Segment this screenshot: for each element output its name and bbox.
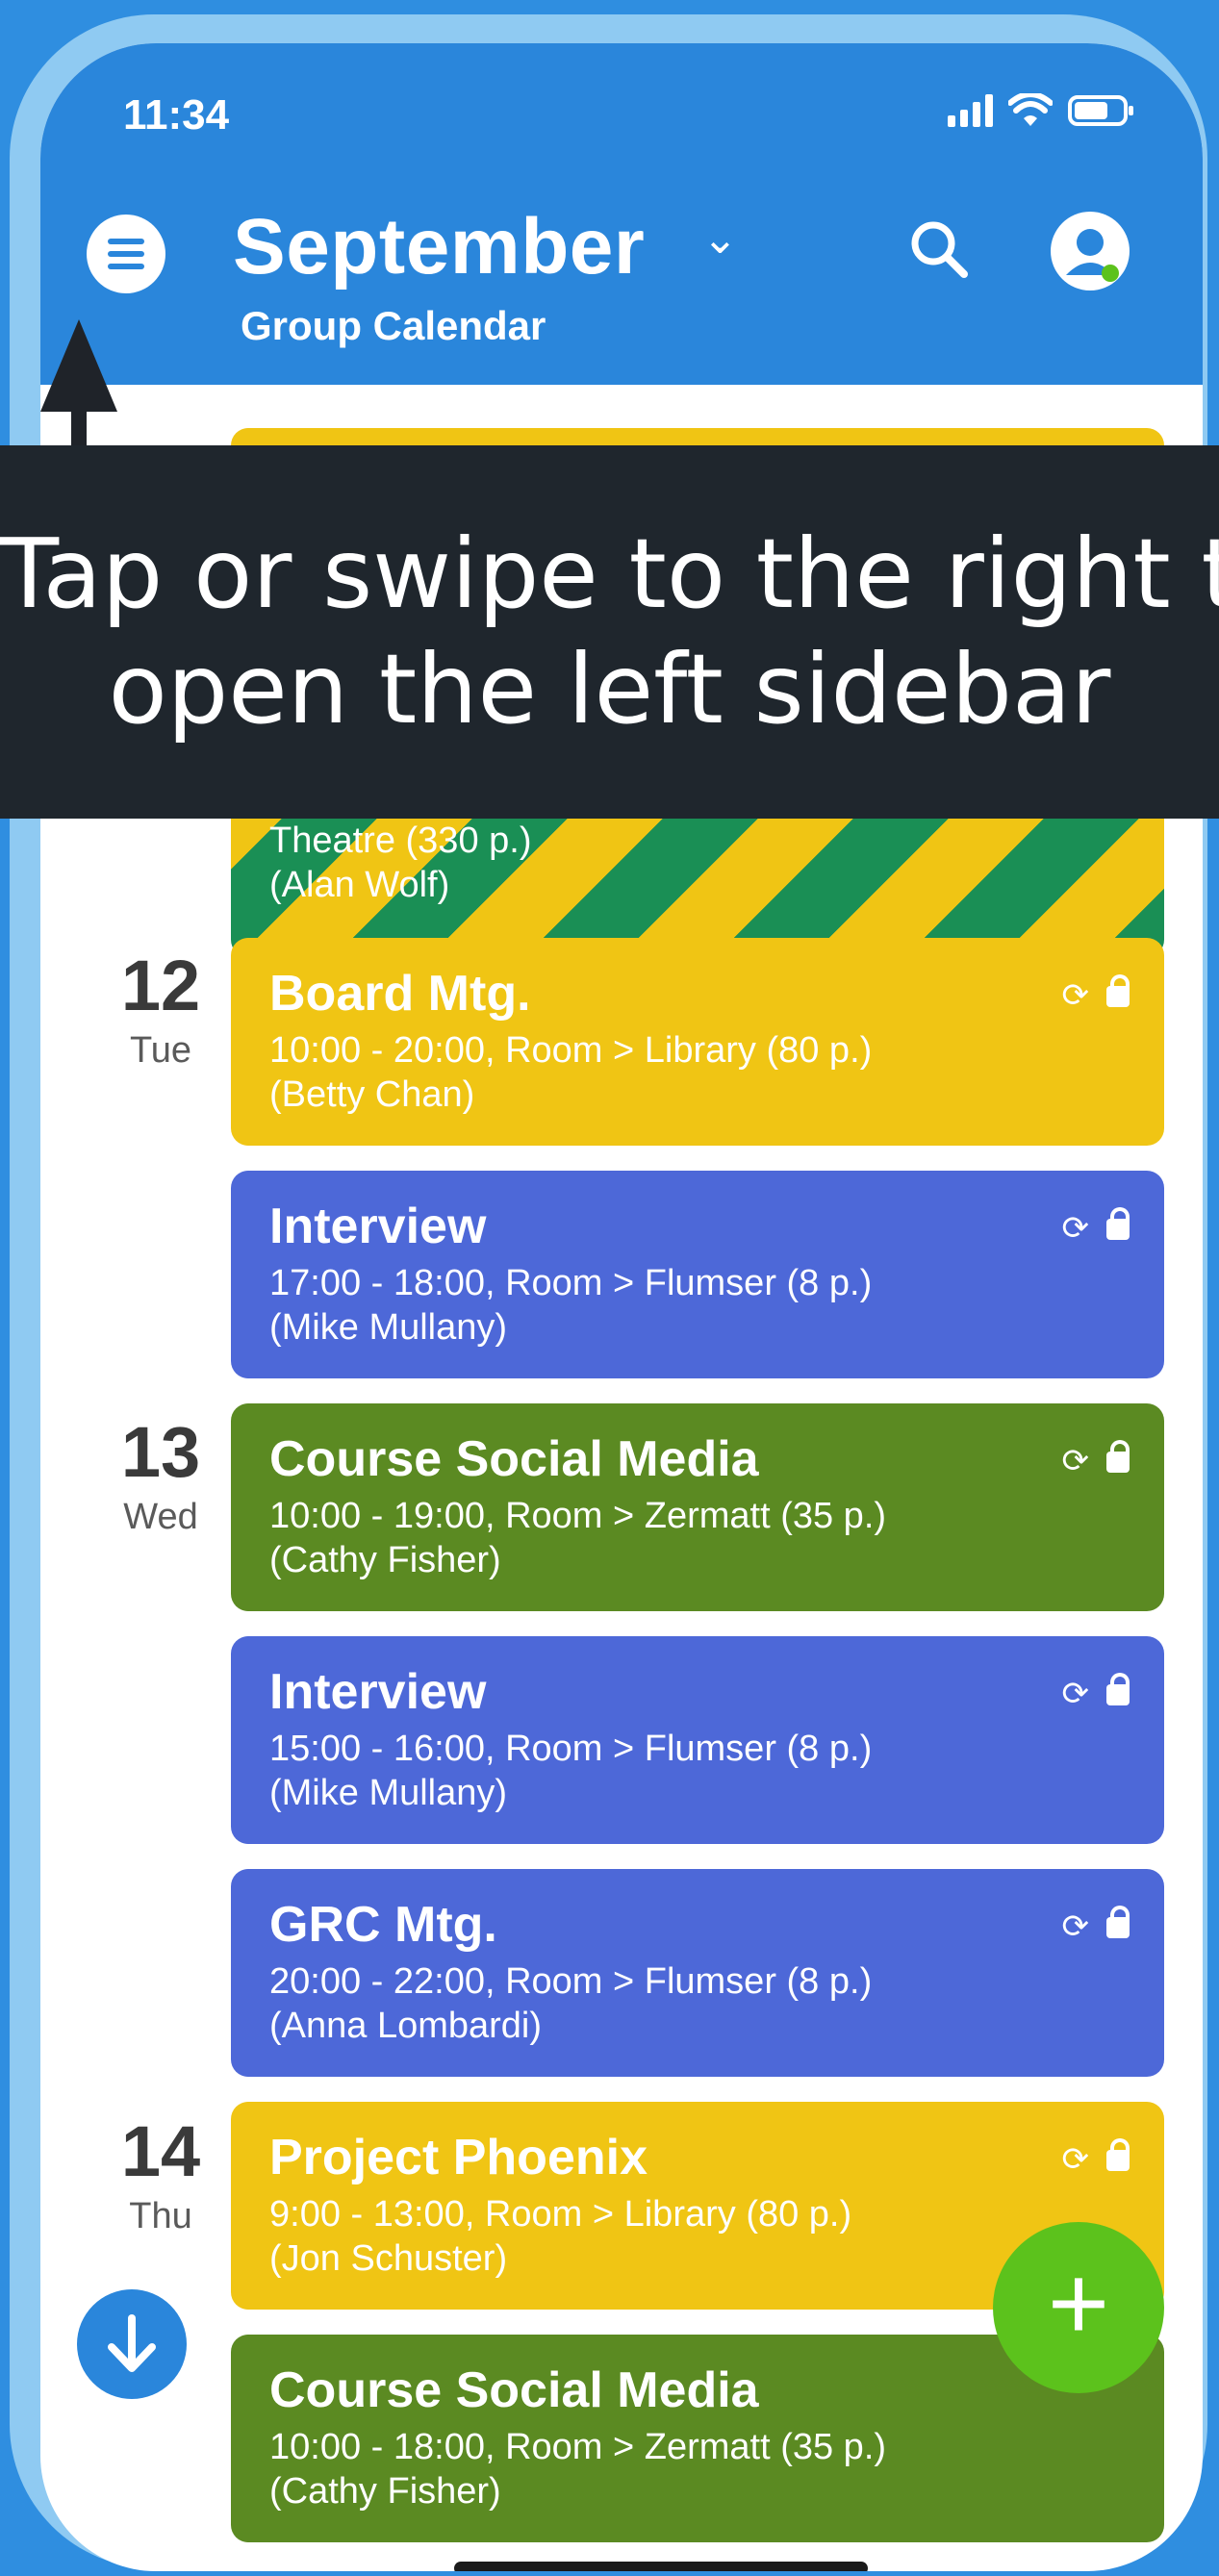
chevron-down-icon[interactable]: ⌄ [702, 215, 738, 264]
lock-icon [1106, 1207, 1130, 1240]
lock-icon [1106, 1906, 1130, 1938]
home-indicator[interactable] [454, 2562, 868, 2571]
day-label-14: 14 Thu [98, 2113, 223, 2237]
event-person: (Mike Mullany) [269, 1307, 508, 1348]
event-person: (Cathy Fisher) [269, 2471, 501, 2512]
arrow-up-icon [40, 319, 117, 412]
event-detail: 10:00 - 20:00, Room > Library (80 p.) [269, 1030, 873, 1071]
event-title: Course Social Media [269, 1431, 759, 1487]
day-number: 14 [120, 2111, 201, 2191]
recurring-icon: ⟳ [1061, 2141, 1090, 2178]
battery-icon [1068, 95, 1133, 126]
lock-icon [1106, 1673, 1130, 1705]
event-detail: Theatre (330 p.) [269, 821, 532, 861]
event-title: Board Mtg. [269, 966, 531, 1022]
day-label-13: 13 Wed [98, 1414, 223, 1538]
event-person: (Anna Lombardi) [269, 2006, 543, 2046]
event-card[interactable]: Board Mtg. 10:00 - 20:00, Room > Library… [231, 938, 1164, 1146]
event-title: Interview [269, 1199, 487, 1254]
recurring-icon: ⟳ [1061, 1676, 1090, 1712]
menu-icon[interactable] [87, 215, 165, 293]
phone-screen: 11:34 September ⌄ Group Calendar Theatre… [40, 43, 1203, 2571]
search-icon[interactable] [906, 216, 972, 282]
event-detail: 20:00 - 22:00, Room > Flumser (8 p.) [269, 1961, 873, 2002]
event-detail: 10:00 - 18:00, Room > Zermatt (35 p.) [269, 2427, 887, 2467]
event-person: (Alan Wolf) [269, 865, 450, 905]
event-person: (Betty Chan) [269, 1074, 475, 1115]
recurring-icon: ⟳ [1061, 1210, 1090, 1247]
day-number: 12 [120, 946, 201, 1025]
event-icons: ⟳ [1061, 974, 1130, 1015]
event-detail: 17:00 - 18:00, Room > Flumser (8 p.) [269, 1263, 873, 1303]
event-card[interactable]: Interview 15:00 - 16:00, Room > Flumser … [231, 1636, 1164, 1844]
day-number: 13 [120, 1412, 201, 1492]
day-label-12: 12 Tue [98, 947, 223, 1072]
page-title[interactable]: September [233, 202, 645, 292]
event-person: (Jon Schuster) [269, 2238, 508, 2279]
event-title: Interview [269, 1664, 487, 1720]
arrow-down-icon [108, 2314, 156, 2372]
recurring-icon: ⟳ [1061, 1443, 1090, 1479]
profile-icon[interactable] [1051, 212, 1130, 290]
event-person: (Mike Mullany) [269, 1773, 508, 1813]
event-icons: ⟳ [1061, 1440, 1130, 1480]
signal-icon [948, 94, 993, 127]
lock-icon [1106, 974, 1130, 1007]
event-title: Course Social Media [269, 2362, 759, 2418]
recurring-icon: ⟳ [1061, 1908, 1090, 1945]
event-card[interactable]: Interview 17:00 - 18:00, Room > Flumser … [231, 1171, 1164, 1378]
event-icons: ⟳ [1061, 1906, 1130, 1946]
wifi-icon [1008, 93, 1053, 126]
hint-line-1: Tap or swipe to the right to [0, 518, 1219, 630]
lock-icon [1106, 2138, 1130, 2171]
recurring-icon: ⟳ [1061, 977, 1090, 1014]
event-card[interactable]: GRC Mtg. 20:00 - 22:00, Room > Flumser (… [231, 1869, 1164, 2077]
event-detail: 9:00 - 13:00, Room > Library (80 p.) [269, 2194, 852, 2235]
hint-line-2: open the left sidebar [108, 633, 1111, 745]
add-event-button[interactable]: + [993, 2222, 1164, 2393]
plus-icon: + [1047, 2244, 1110, 2362]
event-detail: 10:00 - 19:00, Room > Zermatt (35 p.) [269, 1496, 887, 1536]
event-person: (Cathy Fisher) [269, 1540, 501, 1580]
hint-banner: Tap or swipe to the right to open the le… [0, 445, 1219, 819]
event-detail: 15:00 - 16:00, Room > Flumser (8 p.) [269, 1729, 873, 1769]
page-subtitle: Group Calendar [241, 303, 546, 348]
event-card[interactable]: Course Social Media 10:00 - 19:00, Room … [231, 1403, 1164, 1611]
scroll-down-button[interactable] [77, 2289, 187, 2399]
lock-icon [1106, 1440, 1130, 1473]
app-header: 11:34 September ⌄ Group Calendar [40, 43, 1203, 385]
event-icons: ⟳ [1061, 2138, 1130, 2179]
day-name: Wed [123, 1497, 198, 1537]
status-time: 11:34 [123, 91, 230, 139]
event-title: Project Phoenix [269, 2130, 648, 2185]
event-icons: ⟳ [1061, 1673, 1130, 1713]
day-name: Tue [129, 1030, 192, 1071]
status-icons [948, 93, 1135, 128]
event-title: GRC Mtg. [269, 1897, 497, 1953]
event-icons: ⟳ [1061, 1207, 1130, 1248]
day-name: Thu [129, 2196, 192, 2236]
